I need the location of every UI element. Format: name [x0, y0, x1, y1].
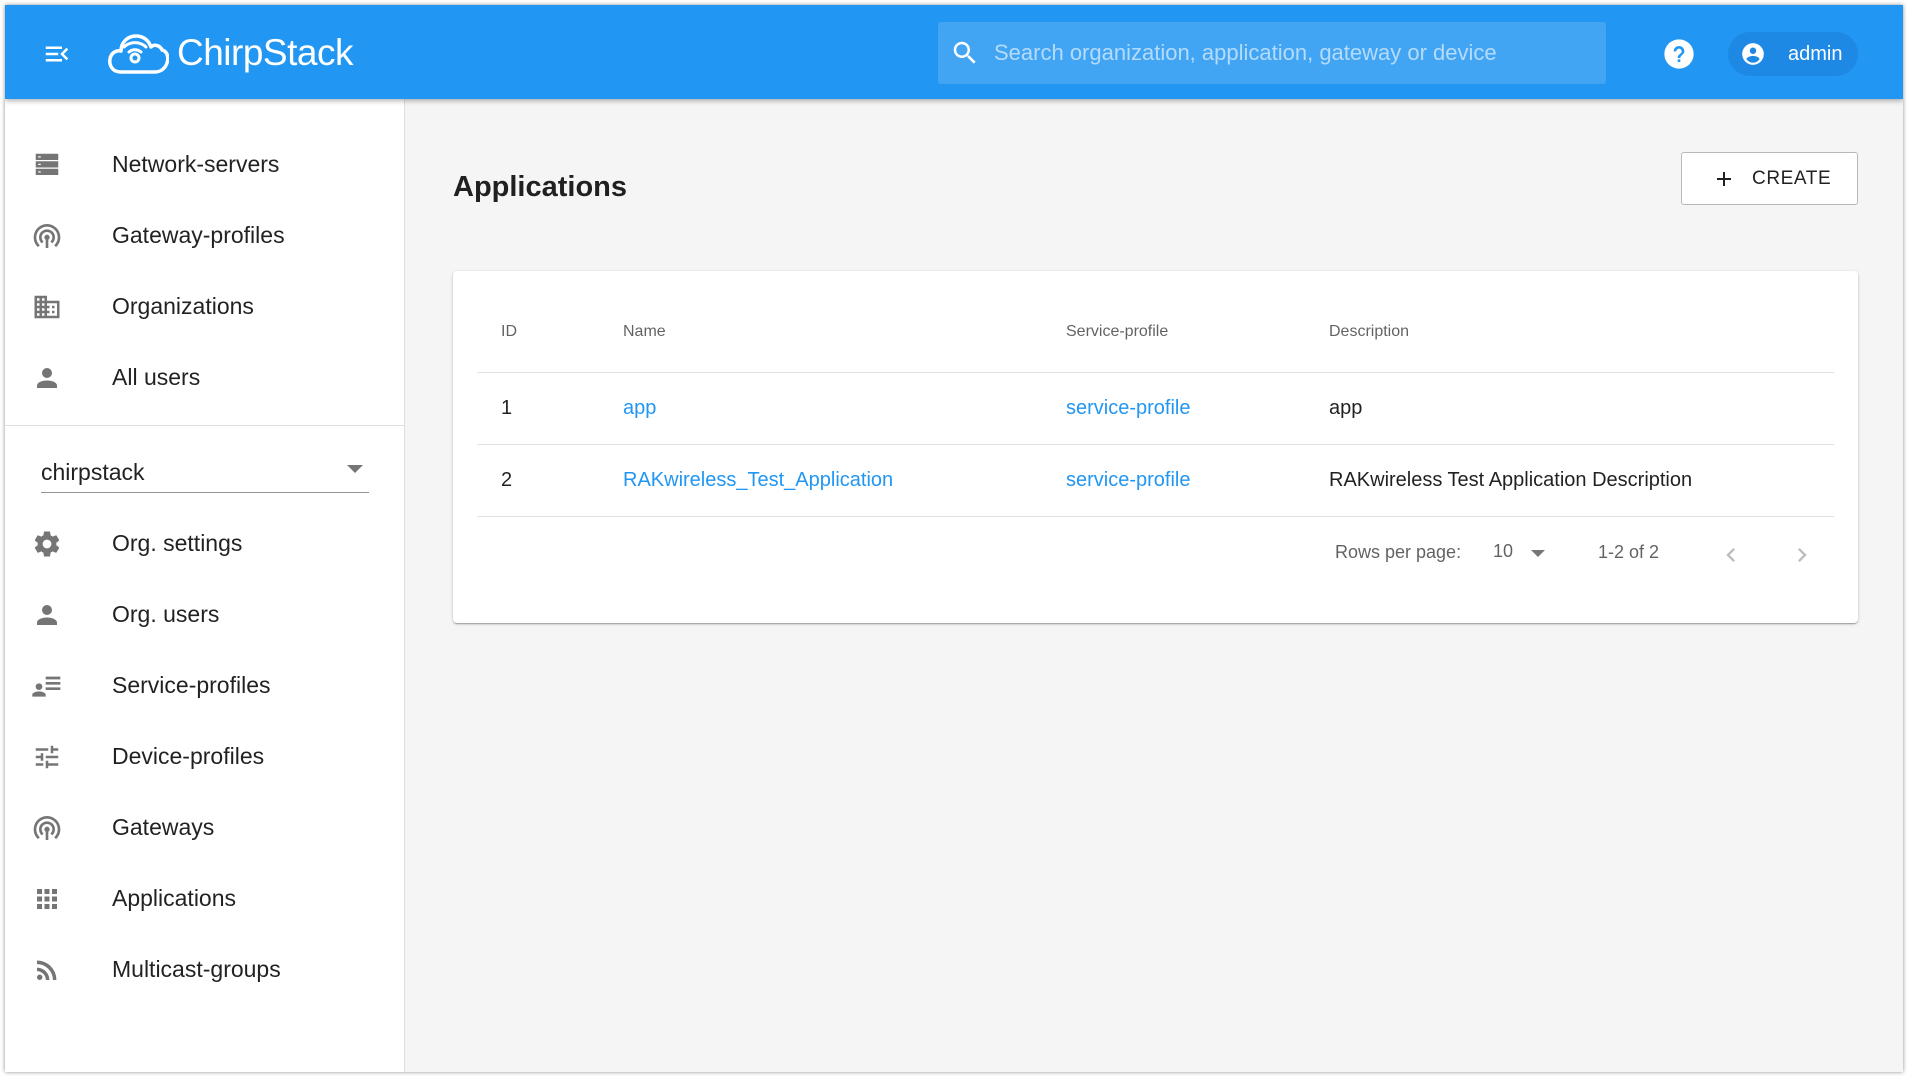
- rows-per-page-label: Rows per page:: [1335, 542, 1462, 562]
- sidebar-item-multicast-groups[interactable]: Multicast-groups: [5, 934, 405, 1005]
- cell-id: 2: [501, 469, 513, 491]
- sidebar-item-label: Multicast-groups: [112, 956, 281, 982]
- sidebar-item-gateways[interactable]: Gateways: [5, 792, 405, 863]
- app-window: ChirpStack admin Network-servers Gateway…: [5, 5, 1903, 1072]
- cell-description: RAKwireless Test Application Description: [1329, 469, 1693, 491]
- account-circle-icon: [1742, 43, 1764, 65]
- header-divider: [477, 372, 1834, 373]
- domain-icon: [31, 291, 63, 323]
- chevron-down-icon: [1531, 550, 1545, 557]
- sidebar-item-label: Gateway-profiles: [112, 222, 285, 248]
- sidebar-item-gateway-profiles[interactable]: Gateway-profiles: [5, 200, 405, 271]
- menu-open-icon: [45, 46, 69, 62]
- column-header-name: Name: [623, 323, 666, 340]
- gateway-icon: [31, 220, 63, 252]
- column-header-description: Description: [1329, 323, 1410, 340]
- create-button-label: CREATE: [1752, 167, 1832, 189]
- chevron-right-icon: [1798, 548, 1807, 562]
- sidebar-item-label: Organizations: [112, 293, 254, 319]
- sidebar-item-label: Org. users: [112, 601, 220, 627]
- gateway-icon: [31, 812, 63, 844]
- sidebar-divider: [5, 425, 405, 426]
- create-application-button[interactable]: CREATE: [1681, 152, 1858, 205]
- plus-icon: [1717, 171, 1731, 186]
- service-profile-link[interactable]: service-profile: [1066, 469, 1190, 492]
- account-details-icon: [31, 670, 63, 702]
- column-header-id: ID: [501, 323, 517, 340]
- sidebar-item-org-settings[interactable]: Org. settings: [5, 508, 405, 579]
- organization-select-value: chirpstack: [41, 459, 145, 485]
- person-icon: [31, 362, 63, 394]
- sidebar-item-label: Gateways: [112, 814, 215, 840]
- column-header-service-profile: Service-profile: [1066, 323, 1169, 340]
- search-icon: [953, 41, 976, 64]
- row-divider: [477, 444, 1834, 445]
- rows-per-page-select[interactable]: 10: [1493, 535, 1549, 567]
- top-app-bar: ChirpStack admin: [5, 5, 1903, 99]
- help-icon[interactable]: [1663, 38, 1695, 70]
- application-name-link[interactable]: app: [623, 397, 656, 420]
- cell-description: app: [1329, 397, 1363, 419]
- application-name-link[interactable]: RAKwireless_Test_Application: [623, 469, 893, 492]
- tune-icon: [31, 741, 63, 773]
- chevron-down-icon: [347, 465, 363, 473]
- rss-icon: [31, 954, 63, 986]
- person-icon: [31, 599, 63, 631]
- row-divider: [477, 516, 1834, 517]
- sidebar-item-label: Network-servers: [112, 151, 280, 177]
- rows-per-page-value: 10: [1493, 541, 1514, 561]
- chirpstack-logo[interactable]: ChirpStack: [107, 25, 353, 81]
- page-title: Applications: [453, 171, 628, 203]
- sidebar-item-service-profiles[interactable]: Service-profiles: [5, 650, 405, 721]
- chevron-left-icon: [1726, 548, 1735, 562]
- sidebar-item-label: Applications: [112, 885, 237, 911]
- sidebar-item-label: Org. settings: [112, 530, 243, 556]
- dns-icon: [31, 149, 63, 181]
- next-page-button[interactable]: [1784, 537, 1820, 573]
- service-profile-link[interactable]: service-profile: [1066, 397, 1190, 420]
- organization-select[interactable]: chirpstack: [41, 441, 369, 493]
- sidebar-item-label: All users: [112, 364, 201, 390]
- cell-id: 1: [501, 397, 513, 419]
- apps-icon: [31, 883, 63, 915]
- sidebar-item-applications[interactable]: Applications: [5, 863, 405, 934]
- sidebar-item-organizations[interactable]: Organizations: [5, 271, 405, 342]
- sidebar-item-all-users[interactable]: All users: [5, 342, 405, 413]
- sidebar-item-network-servers[interactable]: Network-servers: [5, 129, 405, 200]
- search-input[interactable]: [980, 22, 1606, 84]
- pagination-range: 1-2 of 2: [1598, 542, 1660, 562]
- sidebar-item-org-users[interactable]: Org. users: [5, 579, 405, 650]
- sidebar-item-device-profiles[interactable]: Device-profiles: [5, 721, 405, 792]
- sidebar-item-label: Service-profiles: [112, 672, 271, 698]
- cloud-logo-icon: [108, 34, 169, 74]
- sidebar: Network-servers Gateway-profiles Organiz…: [5, 99, 405, 1072]
- user-name: admin: [1788, 42, 1843, 65]
- previous-page-button[interactable]: [1713, 537, 1749, 573]
- user-menu-button[interactable]: admin: [1728, 32, 1858, 76]
- gear-icon: [31, 528, 63, 560]
- applications-table-card: ID Name Service-profile Description 1 ap…: [453, 271, 1858, 623]
- sidebar-item-label: Device-profiles: [112, 743, 265, 769]
- menu-toggle-button[interactable]: [35, 32, 79, 76]
- brand-name: ChirpStack: [177, 32, 353, 73]
- search-bar[interactable]: [938, 22, 1606, 84]
